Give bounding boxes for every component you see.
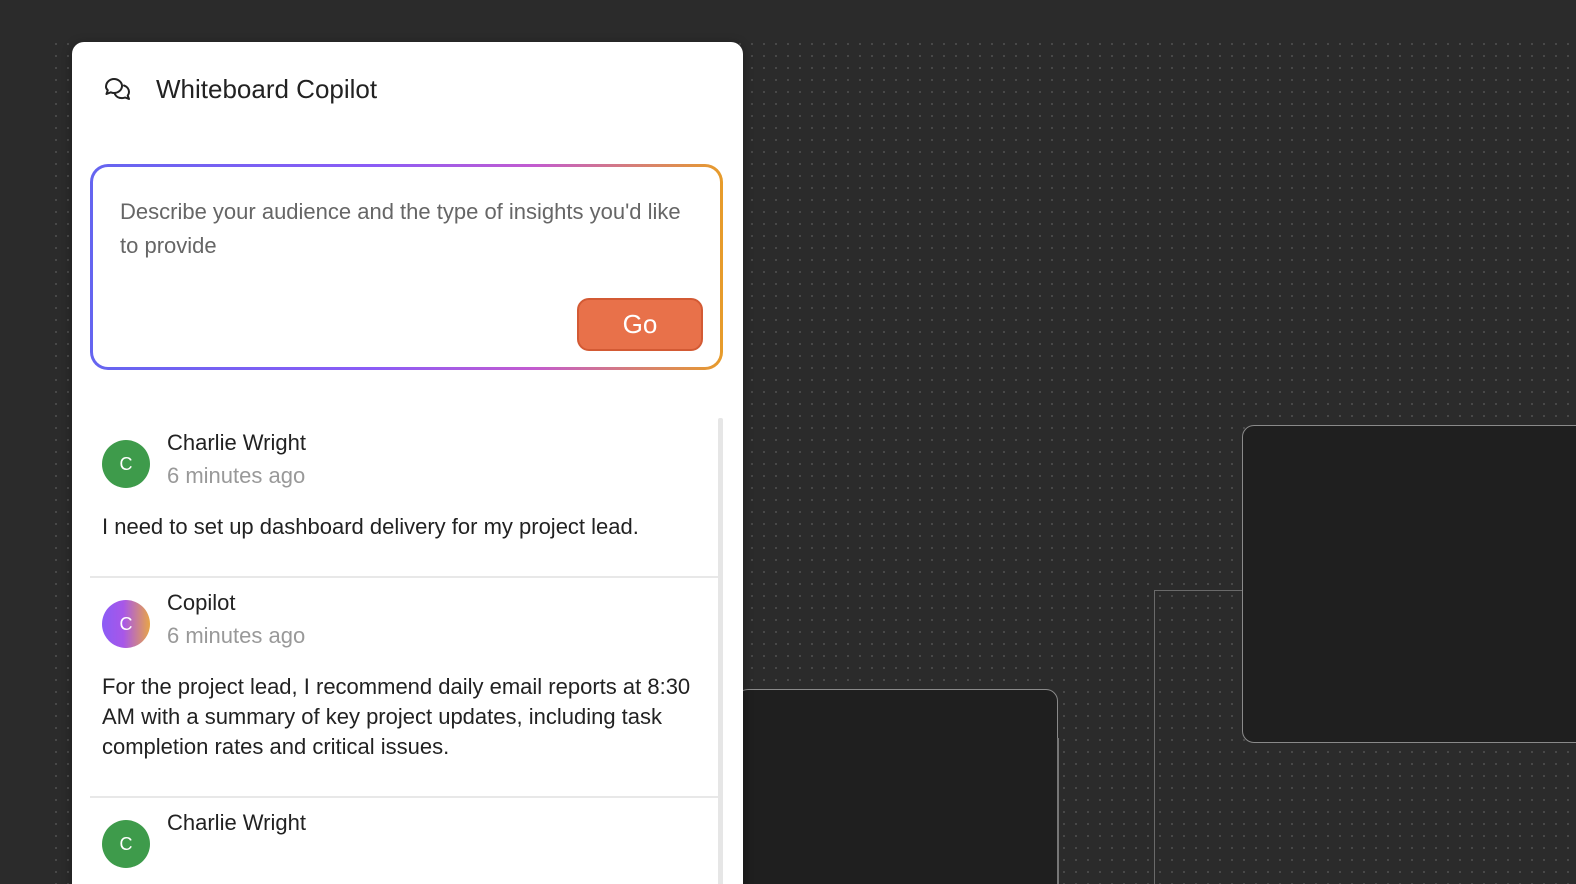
canvas-top-band xyxy=(0,0,1576,40)
prompt-box: Describe your audience and the type of i… xyxy=(90,164,723,370)
avatar: C xyxy=(102,600,150,648)
canvas-node-right[interactable] xyxy=(1242,425,1576,743)
canvas-node-bottom-edge xyxy=(1057,738,1059,884)
message-author: Copilot xyxy=(167,590,236,615)
message-list-scrollbar[interactable] xyxy=(718,418,723,884)
message-header: C Charlie Wright xyxy=(102,810,706,880)
go-button[interactable]: Go xyxy=(577,298,703,351)
message-item: C Copilot 6 minutes ago For the project … xyxy=(90,578,718,798)
message-author: Charlie Wright xyxy=(167,430,306,455)
message-item: C Charlie Wright 6 minutes ago I need to… xyxy=(90,418,718,578)
canvas-left-band xyxy=(0,0,46,884)
message-header: C Charlie Wright 6 minutes ago xyxy=(102,430,706,500)
copilot-panel: Whiteboard Copilot Describe your audienc… xyxy=(72,42,743,884)
message-item: C Charlie Wright xyxy=(90,798,718,880)
message-text: I need to set up dashboard delivery for … xyxy=(102,514,639,539)
prompt-input[interactable]: Describe your audience and the type of i… xyxy=(93,167,720,367)
prompt-placeholder: Describe your audience and the type of i… xyxy=(120,199,681,258)
message-list: C Charlie Wright 6 minutes ago I need to… xyxy=(90,418,718,884)
chat-bubbles-icon xyxy=(102,74,132,104)
message-time: 6 minutes ago xyxy=(167,463,306,488)
message-author: Charlie Wright xyxy=(167,810,306,835)
message-time: 6 minutes ago xyxy=(167,623,306,648)
canvas-node-bottom[interactable] xyxy=(736,689,1058,884)
canvas-connector-line xyxy=(1154,590,1243,884)
panel-header: Whiteboard Copilot xyxy=(102,72,377,106)
panel-title: Whiteboard Copilot xyxy=(156,73,378,104)
message-header: C Copilot 6 minutes ago xyxy=(102,590,706,660)
message-text: For the project lead, I recommend daily … xyxy=(102,674,691,759)
avatar: C xyxy=(102,440,150,488)
avatar: C xyxy=(102,820,150,868)
